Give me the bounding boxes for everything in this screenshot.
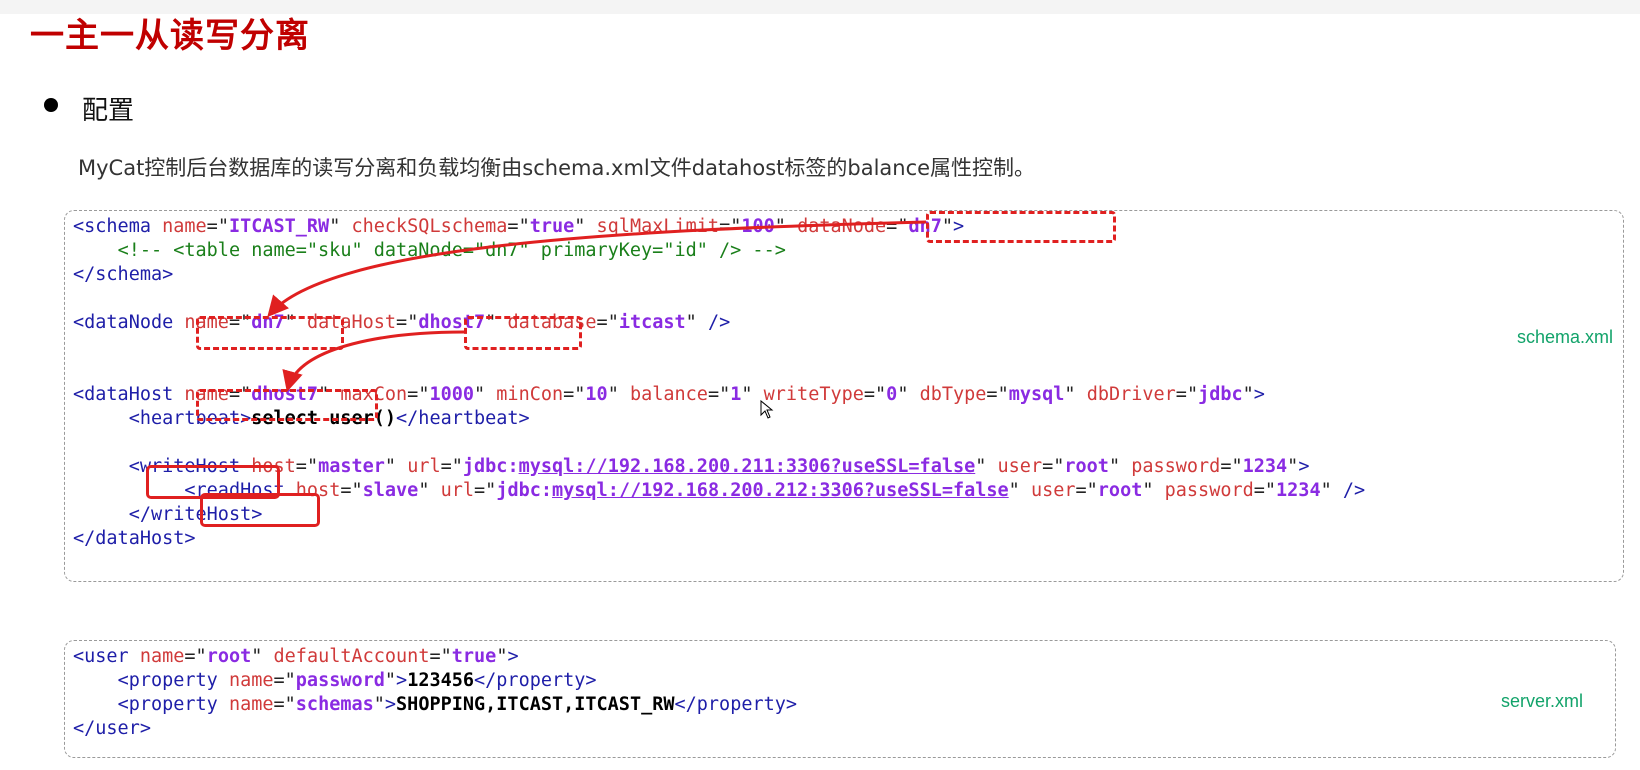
mouse-cursor-icon	[760, 400, 774, 419]
arrow-datanode-to-datahost	[282, 330, 465, 393]
reference-arrows	[267, 220, 927, 393]
arrow-schema-to-datanode	[267, 220, 927, 318]
